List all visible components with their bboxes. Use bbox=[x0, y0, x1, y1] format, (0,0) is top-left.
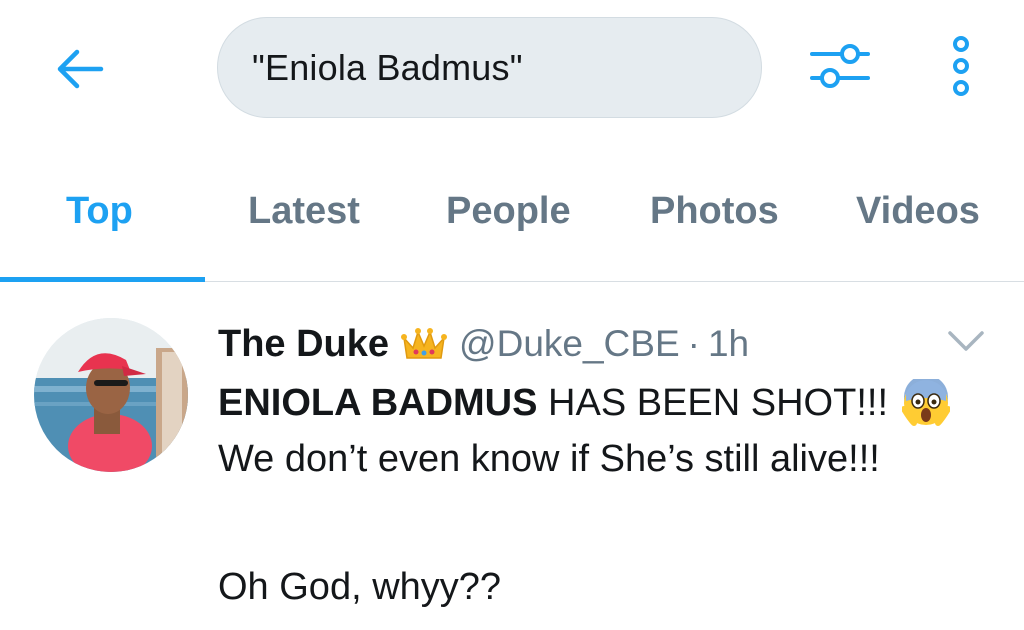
tab-latest[interactable]: Latest bbox=[248, 190, 360, 233]
search-header: "Eniola Badmus" bbox=[0, 0, 1024, 140]
active-tab-indicator bbox=[0, 277, 205, 282]
avatar-photo bbox=[34, 318, 188, 472]
search-tabs: Top Latest People Photos Videos bbox=[0, 170, 1024, 282]
crown-emoji-icon bbox=[401, 326, 448, 362]
tab-photos[interactable]: Photos bbox=[650, 190, 779, 233]
meta-separator: · bbox=[687, 323, 700, 364]
search-filter-button[interactable] bbox=[806, 38, 876, 94]
search-input[interactable]: "Eniola Badmus" bbox=[252, 47, 732, 89]
tab-top[interactable]: Top bbox=[66, 190, 133, 233]
screaming-face-emoji-icon bbox=[901, 375, 952, 427]
user-handle[interactable]: @Duke_CBE bbox=[459, 323, 680, 365]
more-options-button[interactable] bbox=[946, 36, 976, 98]
tweet-text-rest: HAS BEEN SHOT!!! bbox=[537, 382, 889, 424]
tweet-menu-button[interactable] bbox=[946, 327, 986, 355]
tab-people[interactable]: People bbox=[446, 190, 571, 233]
search-results-screen: "Eniola Badmus" Top Latest People Photos… bbox=[0, 0, 1024, 630]
tab-videos[interactable]: Videos bbox=[856, 190, 980, 233]
tweet-header: The Duke @Duke_CBE · 1h bbox=[218, 319, 749, 369]
tweet[interactable]: The Duke @Duke_CBE · 1h ENIOLA BADMUS HA… bbox=[0, 283, 1024, 630]
tweet-line-1: ENIOLA BADMUS HAS BEEN SHOT!!! bbox=[218, 375, 1008, 431]
tweet-line-2: We don’t even know if She’s still alive!… bbox=[218, 438, 880, 480]
chevron-down-icon bbox=[948, 331, 984, 351]
search-bar[interactable]: "Eniola Badmus" bbox=[217, 17, 762, 118]
sliders-icon bbox=[810, 44, 870, 88]
avatar[interactable] bbox=[34, 318, 188, 472]
tweet-timestamp[interactable]: 1h bbox=[708, 323, 749, 365]
display-name[interactable]: The Duke bbox=[218, 323, 389, 366]
tweet-line-3: Oh God, whyy?? bbox=[218, 566, 502, 608]
more-vertical-icon bbox=[953, 36, 969, 96]
tweet-text: ENIOLA BADMUS HAS BEEN SHOT!!! We don’t … bbox=[218, 375, 1008, 615]
tweet-text-bold: ENIOLA BADMUS bbox=[218, 382, 538, 424]
back-button[interactable] bbox=[52, 44, 108, 94]
arrow-left-icon bbox=[57, 49, 104, 89]
